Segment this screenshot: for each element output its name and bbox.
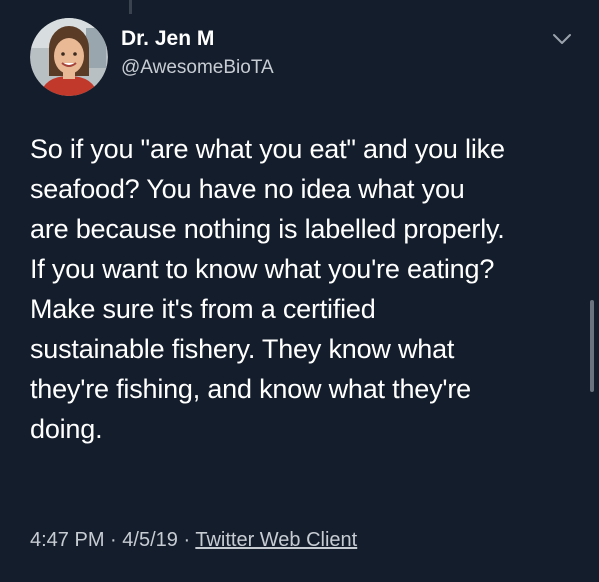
tweet-text-line: Make sure it's from a certified (30, 294, 376, 324)
tweet-text-line: If you want to know what you're eating? (30, 254, 495, 284)
tweet-menu-button[interactable] (551, 30, 573, 48)
tweet-text-line: doing. (30, 414, 103, 444)
client-link[interactable]: Twitter Web Client (195, 529, 357, 551)
tweet-date[interactable]: 4/5/19 (122, 529, 178, 551)
thread-connector-line (129, 0, 132, 14)
chevron-down-icon (553, 34, 571, 44)
tweet-text-line: sustainable fishery. They know what (30, 334, 455, 364)
tweet-time[interactable]: 4:47 PM (30, 529, 104, 551)
tweet-text: So if you "are what you eat" and you lik… (30, 129, 575, 449)
author-handle[interactable]: @AwesomeBioTA (121, 57, 274, 79)
tweet-text-line: So if you "are what you eat" and you lik… (30, 134, 505, 164)
profile-photo-icon (30, 18, 108, 96)
author-display-name[interactable]: Dr. Jen M (121, 27, 214, 51)
scrollbar[interactable] (590, 300, 594, 392)
tweet-text-line: are because nothing is labelled properly… (30, 214, 505, 244)
tweet-metadata: 4:47 PM · 4/5/19 · Twitter Web Client (30, 529, 357, 552)
tweet-text-line: seafood? You have no idea what you (30, 174, 465, 204)
meta-separator: · (110, 529, 117, 551)
tweet-text-line: they're fishing, and know what they're (30, 374, 471, 404)
meta-separator: · (183, 529, 191, 551)
avatar[interactable] (30, 18, 108, 96)
